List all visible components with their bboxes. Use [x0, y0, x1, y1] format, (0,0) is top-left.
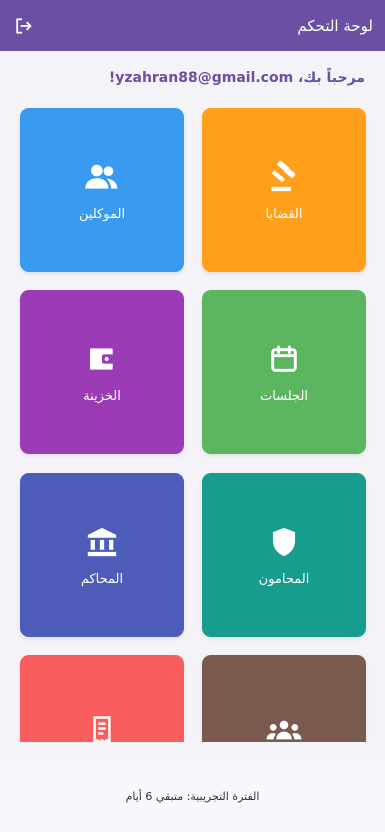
tile-label: الجلسات	[259, 388, 309, 404]
receipt-icon	[84, 713, 120, 742]
tile-treasury[interactable]: الخزينة	[20, 290, 184, 454]
welcome-message: مرحباً بك، yzahran88@gmail.com!	[108, 70, 365, 86]
tile-label: المحاكم	[80, 571, 124, 587]
wallet-icon	[84, 341, 120, 377]
tile-cases[interactable]: القضايا	[202, 108, 366, 272]
tile-label: الموكلين	[78, 206, 126, 222]
tile-receipts[interactable]	[20, 655, 184, 742]
shield-icon	[266, 524, 302, 560]
tile-label: الخزينة	[83, 388, 121, 404]
dashboard-grid: القضايا الموكلين الجلسات الخزينة المحامو…	[0, 108, 385, 742]
group-icon	[266, 713, 302, 742]
users-icon	[84, 159, 120, 195]
trial-text: الفترة التجريبية: متبقي 6 أيام	[125, 789, 260, 803]
logout-icon[interactable]	[12, 15, 34, 37]
trial-footer: الفترة التجريبية: متبقي 6 أيام	[0, 760, 385, 832]
tile-sessions[interactable]: الجلسات	[202, 290, 366, 454]
app-bar: لوحة التحكم	[0, 0, 385, 51]
page-title: لوحة التحكم	[297, 16, 373, 35]
tile-team[interactable]	[202, 655, 366, 742]
bank-icon	[84, 524, 120, 560]
tile-label: المحامون	[258, 571, 310, 587]
calendar-icon	[266, 341, 302, 377]
gavel-icon	[266, 159, 302, 195]
tile-lawyers[interactable]: المحامون	[202, 473, 366, 637]
tile-courts[interactable]: المحاكم	[20, 473, 184, 637]
tile-clients[interactable]: الموكلين	[20, 108, 184, 272]
tile-label: القضايا	[265, 206, 303, 222]
